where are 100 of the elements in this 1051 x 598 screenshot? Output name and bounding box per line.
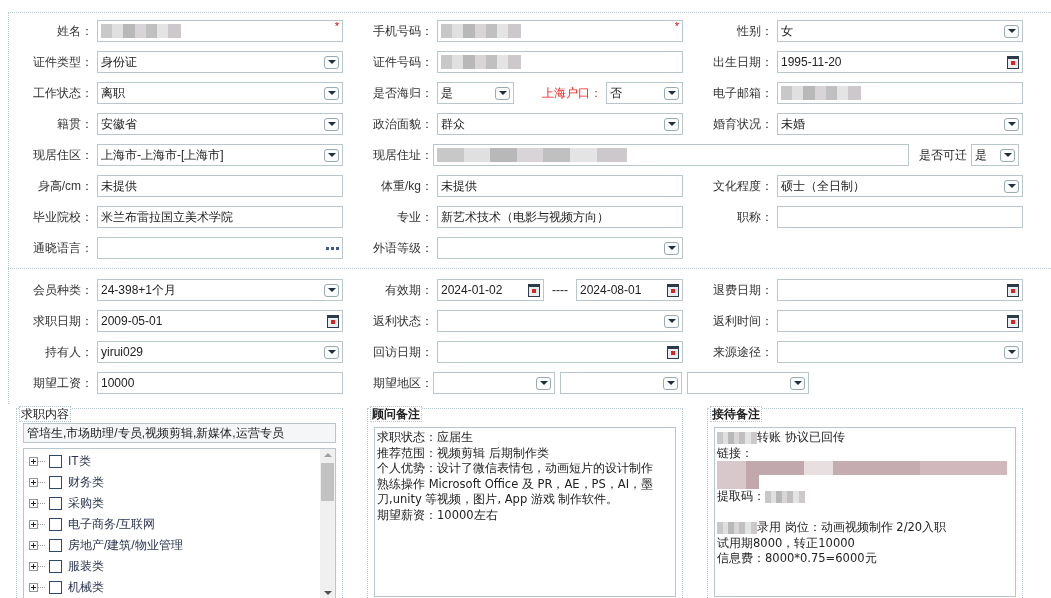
checkbox[interactable] [49,539,62,552]
tree-item[interactable]: IT类 [68,453,91,470]
dropdown[interactable]: 否 [606,82,683,104]
dropdown[interactable]: yirui029 [97,341,343,363]
field-label: 期望地区： [372,375,434,392]
dropdown[interactable]: 未婚 [777,113,1023,135]
dropdown[interactable]: 上海市-上海市-[上海市] [97,144,343,166]
field-label: 身高/cm： [36,178,94,195]
text-field[interactable] [777,206,1023,228]
tree-item[interactable]: 财务类 [68,474,104,491]
field-value: 是 [441,84,453,102]
blurred-redaction [717,431,757,444]
more-icon[interactable] [326,246,339,250]
dropdown[interactable]: 是 [971,144,1019,166]
expand-icon[interactable] [29,499,38,508]
expand-icon[interactable] [29,520,38,529]
date-field[interactable] [777,279,1023,301]
dropdown[interactable]: 安徽省 [97,113,343,135]
text-field[interactable]: 未提供 [97,175,343,197]
expand-icon[interactable] [29,541,38,550]
text-field[interactable]: 10000 [97,372,343,394]
field-label: 籍贯： [56,116,94,133]
field-value: 否 [610,84,622,102]
calendar-icon[interactable] [1007,55,1019,69]
date-field[interactable]: 2024-01-02 [437,279,544,301]
field-label: 退费日期： [712,282,774,299]
date-field[interactable] [437,341,683,363]
calendar-icon[interactable] [667,345,679,359]
checkbox[interactable] [49,581,62,594]
expand-icon[interactable] [29,478,38,487]
notes-textarea[interactable]: 转账 协议已回传 链接： 提取码： 录用 岗位：动画视频制作 2/20入职 试用期8000，转正10000 信息费：8000*0.75=6000元 [714,427,1016,597]
field-value: 安徽省 [101,115,137,133]
text-field[interactable]: 新艺术技术（电影与视频方向） [437,206,683,228]
field-label: 毕业院校： [32,209,94,226]
field-value: 2024-08-01 [580,283,642,297]
field-value: 米兰布雷拉国立美术学院 [101,208,233,226]
text-field[interactable] [437,51,683,73]
dropdown[interactable]: 群众 [437,113,683,135]
dropdown[interactable]: 24-398+1个月 [97,279,343,301]
picker-field[interactable] [97,237,343,259]
tree-item[interactable]: 服装类 [68,558,104,575]
field-label: 证件类型： [32,54,94,71]
text-field[interactable]: 米兰布雷拉国立美术学院 [97,206,343,228]
text-field[interactable]: 管培生,市场助理/专员,视频剪辑,新媒体,运营专员 [23,423,336,443]
field-label: 返利状态： [372,313,434,330]
date-field[interactable]: 2024-08-01 [576,279,683,301]
field-label: 姓名： [56,23,94,40]
calendar-icon[interactable] [1007,314,1019,328]
field-label: 回访日期： [372,344,434,361]
checkbox[interactable] [49,455,62,468]
calendar-icon[interactable] [667,283,679,297]
required-mark: * [334,20,339,32]
calendar-icon[interactable] [1007,283,1019,297]
field-label: 来源途径： [712,344,774,361]
checkbox[interactable] [49,560,62,573]
group-title: 求职内容 [19,406,71,422]
checkbox[interactable] [49,476,62,489]
expand-icon[interactable] [29,457,38,466]
text-field[interactable] [777,82,1023,104]
field-value: 群众 [441,115,465,133]
date-field[interactable]: 1995-11-20 [777,51,1023,73]
field-label: 通晓语言： [32,240,94,257]
dropdown[interactable]: 硕士（全日制） [777,175,1023,197]
dropdown[interactable]: 是 [437,82,514,104]
date-field[interactable]: 2009-05-01 [97,310,343,332]
expand-icon[interactable] [29,583,38,592]
dropdown[interactable]: 身份证 [97,51,343,73]
field-label: 专业： [396,209,434,226]
checkbox[interactable] [49,497,62,510]
tree-item[interactable]: 房地产/建筑/物业管理 [68,537,183,554]
tree-item[interactable]: 电子商务/互联网 [68,516,156,533]
expand-icon[interactable] [29,562,38,571]
field-label: 证件号码： [372,54,434,71]
calendar-icon[interactable] [528,283,540,297]
field-label: 求职日期： [32,313,94,330]
tree-item[interactable]: 机械类 [68,579,104,596]
field-label: 外语等级： [372,240,434,257]
field-value: 24-398+1个月 [101,281,177,299]
field-label: 会员种类： [32,282,94,299]
text-field[interactable]: * [437,20,683,42]
field-label: 期望工资： [32,375,94,392]
field-value: 10000 [101,376,135,390]
text-field[interactable]: 未提供 [437,175,683,197]
field-value: 上海市-上海市-[上海市] [101,146,224,164]
checkbox[interactable] [49,518,62,531]
field-label: 现居住区： [32,147,94,164]
calendar-icon[interactable] [327,314,339,328]
scrollbar[interactable] [320,449,335,598]
date-field[interactable] [777,310,1023,332]
dropdown[interactable]: 离职 [97,82,343,104]
field-label: 是否可迁 [918,147,968,164]
tree-item[interactable]: 采购类 [68,495,104,512]
field-value: 是 [975,146,987,164]
group-title: 顾问备注 [370,406,422,422]
field-label: 返利时间： [712,313,774,330]
text-field[interactable] [433,144,909,166]
notes-textarea[interactable]: 求职状态：应届生 推荐范围：视频剪辑 后期制作类 个人优势：设计了微信表情包，动画短片的设计制作 熟练操作 Microsoft Office 及 PR，AE，PS，AI，墨刀,unity 等视频，图片, App 游戏 制作软件。 期望薪资：10000左右 [374,427,676,597]
group-title: 接待备注 [710,406,762,422]
dropdown[interactable]: 女 [777,20,1023,42]
text-field[interactable]: * [97,20,343,42]
